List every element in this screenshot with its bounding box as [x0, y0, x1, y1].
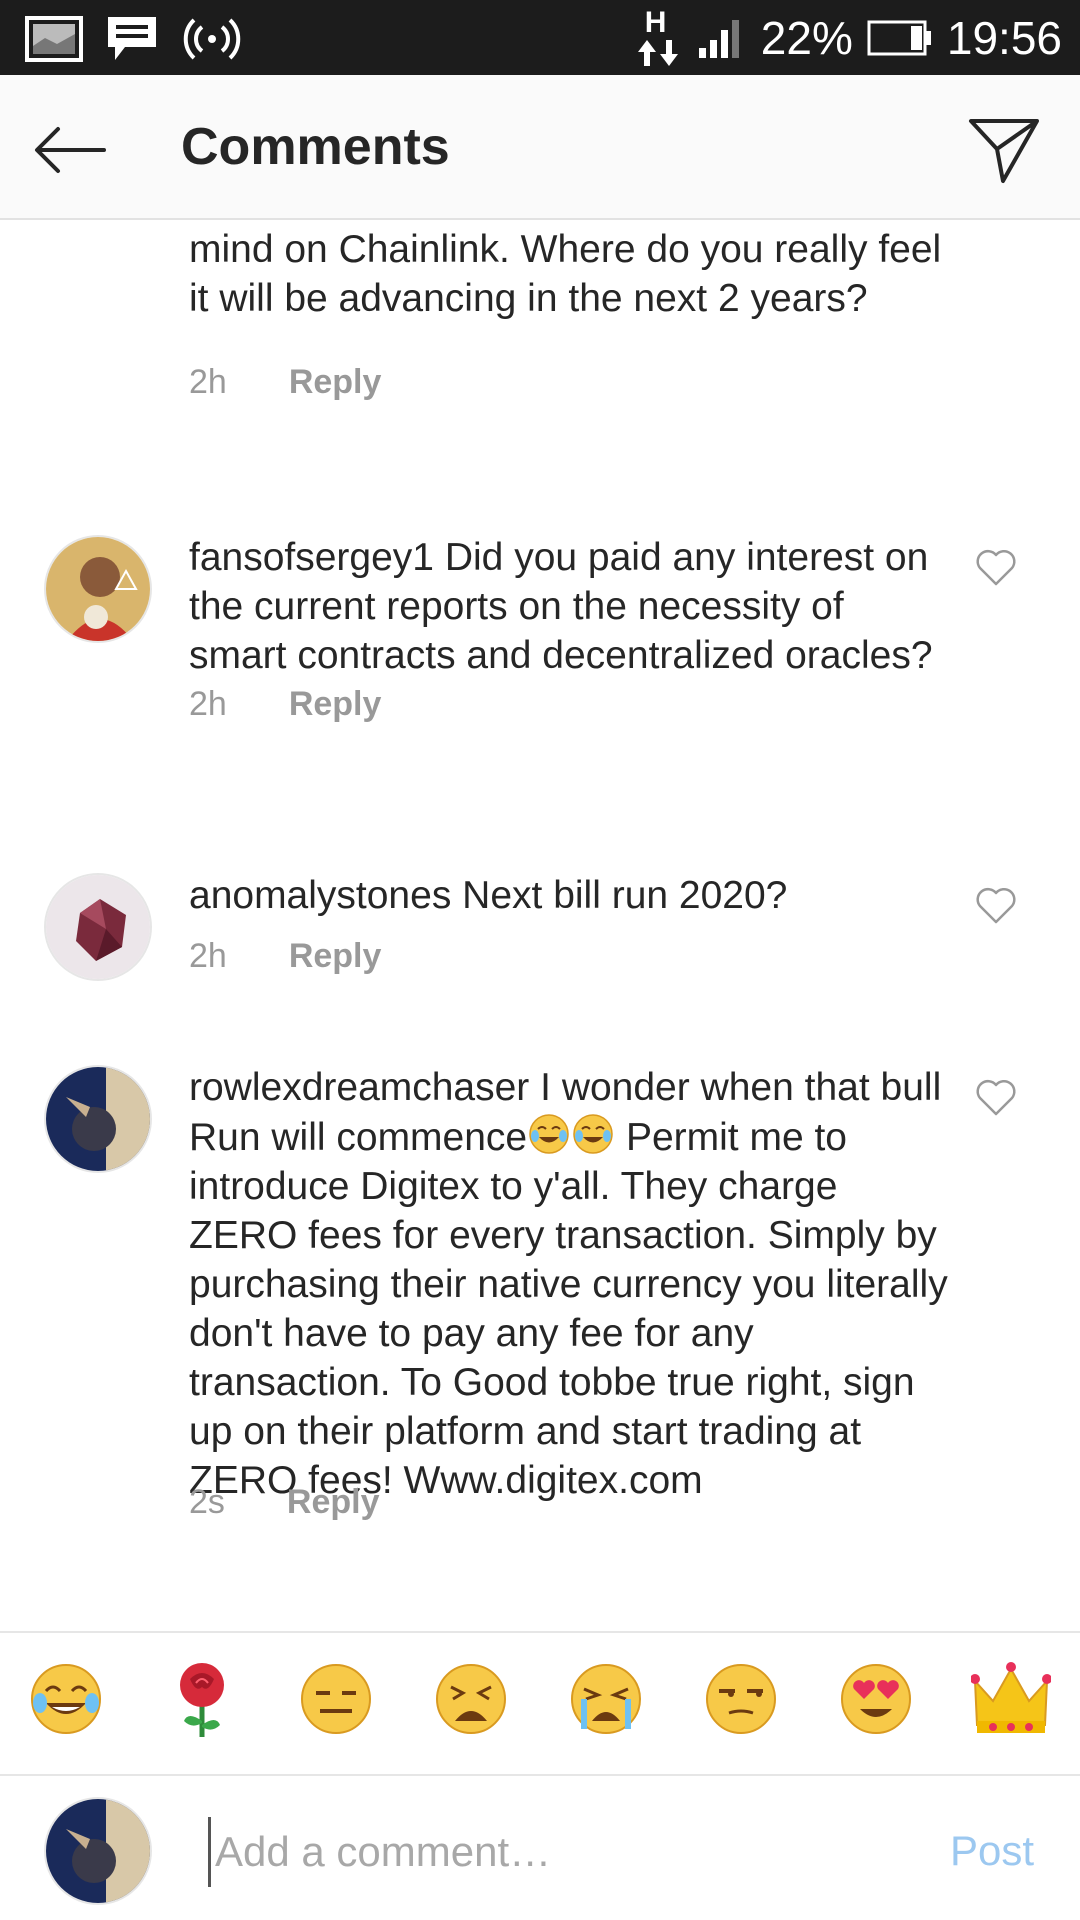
avatar[interactable] — [44, 1065, 152, 1173]
comment-text: rowlexdreamchaser I wonder when that bul… — [189, 1063, 949, 1505]
comment-time: 2s — [189, 1483, 225, 1521]
status-bar: H 22% 19:56 — [0, 0, 1080, 75]
signal-strength-icon — [697, 16, 747, 60]
gallery-notification-icon — [25, 16, 83, 62]
like-heart-icon[interactable] — [974, 547, 1018, 587]
reply-button[interactable]: Reply — [289, 937, 382, 976]
rose-icon[interactable] — [162, 1659, 242, 1739]
page-title: Comments — [181, 118, 450, 176]
share-button[interactable] — [964, 111, 1044, 191]
weary-emoji-icon[interactable] — [431, 1659, 511, 1739]
comment-time: 2h — [189, 363, 227, 401]
tears-of-joy-emoji-icon — [529, 1114, 569, 1154]
post-button[interactable]: Post — [950, 1827, 1034, 1875]
heart-eyes-emoji-icon[interactable] — [836, 1659, 916, 1739]
avatar[interactable] — [44, 535, 152, 643]
battery-percentage: 22% — [760, 12, 853, 64]
current-user-avatar — [44, 1797, 152, 1905]
avatar[interactable] — [44, 873, 152, 981]
message-notification-icon — [105, 14, 159, 64]
unamused-emoji-icon[interactable] — [701, 1659, 781, 1739]
network-type-label: H — [644, 6, 667, 39]
comment-text: mind on Chainlink. Where do you really f… — [189, 228, 942, 320]
battery-icon — [867, 20, 933, 56]
tears-of-joy-emoji-icon — [573, 1114, 613, 1154]
crown-icon[interactable] — [971, 1659, 1051, 1739]
comment-meta: 2h Reply — [189, 363, 381, 402]
comment-username[interactable]: anomalystones — [189, 874, 451, 917]
comment-meta: 2h Reply — [189, 685, 381, 724]
comment-body-end: Permit me to introduce Digitex to y'all.… — [189, 1116, 948, 1502]
wireless-broadcast-icon — [181, 16, 243, 62]
comment-username[interactable]: rowlexdreamchaser — [189, 1066, 529, 1109]
comment-text: anomalystones Next bill run 2020? — [189, 871, 949, 920]
reply-button[interactable]: Reply — [289, 685, 382, 724]
like-heart-icon[interactable] — [974, 1077, 1018, 1117]
paper-plane-icon — [969, 119, 1039, 183]
reply-button[interactable]: Reply — [287, 1483, 380, 1522]
comment-meta: 2h Reply — [189, 937, 381, 976]
clock: 19:56 — [946, 12, 1062, 64]
data-transfer-icon: H — [635, 6, 683, 68]
comment-time: 2h — [189, 685, 227, 723]
back-arrow-icon — [35, 127, 106, 173]
expressionless-emoji-icon[interactable] — [296, 1659, 376, 1739]
comment-body: Next bill run 2020? — [462, 874, 788, 917]
loudly-crying-emoji-icon[interactable] — [566, 1659, 646, 1739]
comment-input[interactable] — [208, 1817, 908, 1887]
comments-header: Comments — [0, 75, 1080, 220]
tears-of-joy-emoji-icon[interactable] — [26, 1659, 106, 1739]
comment-composer: Post — [0, 1777, 1080, 1920]
comment-username[interactable]: fansofsergey1 — [189, 536, 434, 579]
comment-time: 2h — [189, 937, 227, 975]
emoji-quick-bar — [0, 1631, 1080, 1776]
comment-text: fansofsergey1 Did you paid any interest … — [189, 533, 949, 680]
like-heart-icon[interactable] — [974, 885, 1018, 925]
back-button[interactable] — [30, 115, 110, 185]
comment-meta: 2s Reply — [189, 1483, 380, 1522]
comments-list[interactable]: mind on Chainlink. Where do you really f… — [0, 221, 1080, 1631]
reply-button[interactable]: Reply — [289, 363, 382, 402]
